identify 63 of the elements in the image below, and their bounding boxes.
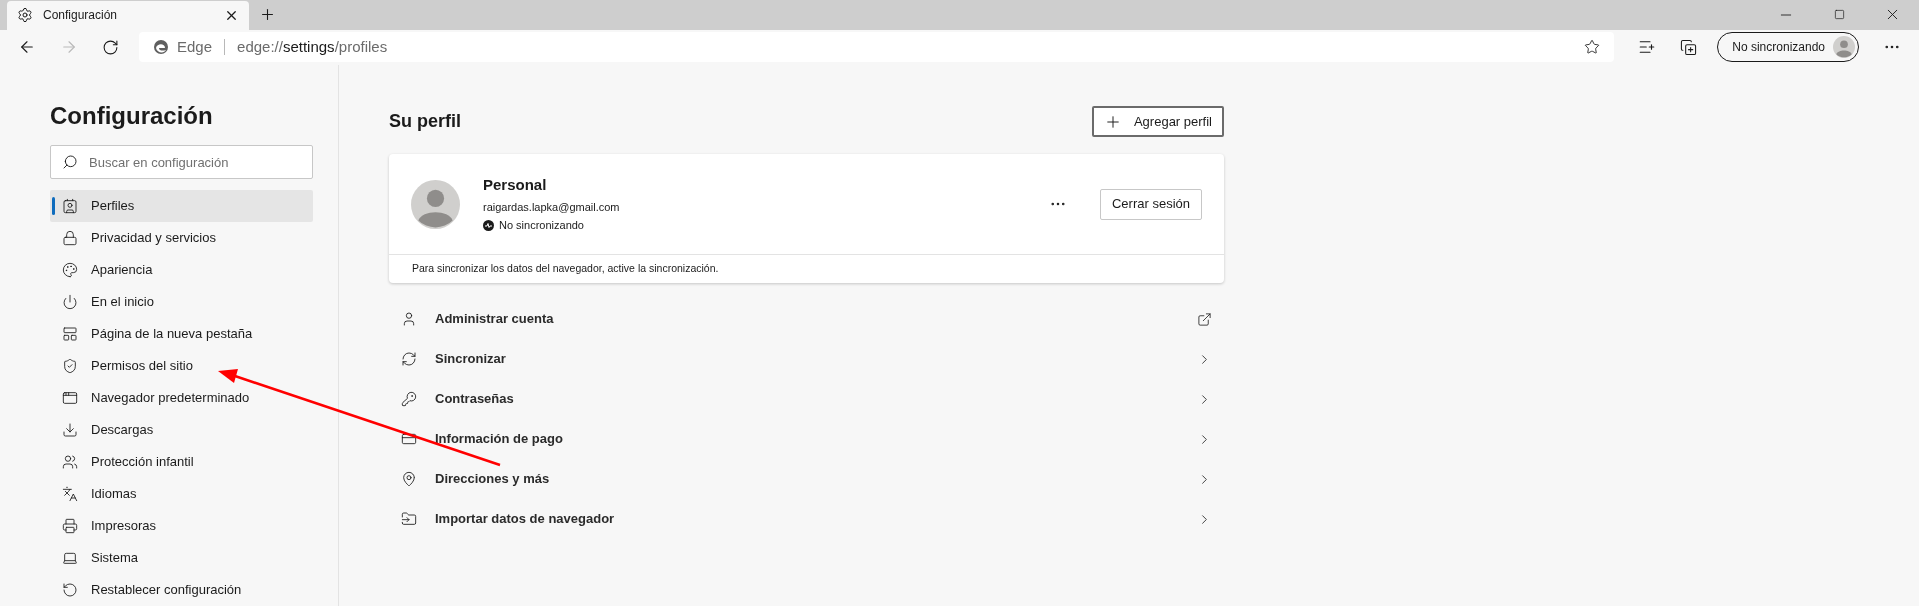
sidebar-item[interactable]: Sistema <box>50 542 313 574</box>
refresh-icon[interactable] <box>102 38 119 56</box>
lock-icon <box>62 230 78 246</box>
sidebar-title: Configuración <box>50 101 214 131</box>
sidebar-item[interactable]: Perfiles <box>50 190 313 222</box>
profile-avatar <box>411 179 460 229</box>
new-tab-page-icon <box>62 326 78 342</box>
sidebar-item[interactable]: Permisos del sitio <box>50 350 313 382</box>
card-icon <box>401 431 417 447</box>
sidebar-item[interactable]: Apariencia <box>50 254 313 286</box>
settings-row[interactable]: Información de pago <box>389 419 1224 459</box>
browser-window-icon <box>62 390 78 406</box>
sidebar-item[interactable]: Navegador predeterminado <box>50 382 313 414</box>
avatar-icon <box>1833 36 1855 59</box>
reset-icon <box>62 582 78 598</box>
settings-row[interactable]: Sincronizar <box>389 339 1224 379</box>
sidebar-item[interactable]: Impresoras <box>50 510 313 542</box>
power-icon <box>62 294 78 310</box>
sidebar-item[interactable]: En el inicio <box>50 286 313 318</box>
brand-label: Edge <box>177 37 213 58</box>
favorite-star-icon[interactable] <box>1584 39 1601 56</box>
browser-tab[interactable]: Configuración <box>7 0 249 30</box>
url-text: edge://settings/profiles <box>237 37 388 58</box>
site-permissions-icon <box>62 358 78 374</box>
external-link-icon <box>1197 311 1212 327</box>
settings-row[interactable]: Contraseñas <box>389 379 1224 419</box>
settings-row[interactable]: Administrar cuenta <box>389 299 1224 339</box>
edge-logo-icon <box>153 39 169 56</box>
sidebar-item[interactable]: Idiomas <box>50 478 313 510</box>
person-icon <box>401 311 417 327</box>
collections-icon[interactable] <box>1680 38 1698 56</box>
profile-email: raigardas.lapka@gmail.com <box>483 199 621 215</box>
folder-import-icon <box>401 511 417 527</box>
sync-off-icon <box>483 220 494 231</box>
sync-status: No sincronizando <box>499 218 584 234</box>
printer-icon <box>62 518 78 534</box>
sync-icon <box>401 351 417 367</box>
download-icon <box>62 422 78 438</box>
section-heading: Su perfil <box>389 110 461 133</box>
family-icon <box>62 454 78 470</box>
search-field[interactable]: Buscar en configuración <box>50 145 313 179</box>
restore-icon[interactable] <box>1834 9 1845 21</box>
settings-row[interactable]: Importar datos de navegador <box>389 499 1224 539</box>
palette-icon <box>62 262 78 278</box>
settings-icon <box>17 7 33 24</box>
address-bar[interactable]: Edge edge://settings/profiles <box>139 32 1615 63</box>
profile-name: Personal <box>483 175 548 196</box>
languages-icon <box>62 486 78 502</box>
settings-row[interactable]: Direcciones y más <box>389 459 1224 499</box>
sidebar-item[interactable]: Restablecer configuración <box>50 574 313 606</box>
tab-title: Configuración <box>43 7 119 25</box>
sidebar-item[interactable]: Protección infantil <box>50 446 313 478</box>
search-icon <box>62 154 78 170</box>
profile-card-icon <box>62 198 78 214</box>
key-icon <box>401 391 417 407</box>
add-profile-button[interactable]: Agregar perfil <box>1091 106 1224 137</box>
laptop-icon <box>62 550 78 566</box>
map-pin-icon <box>401 471 417 487</box>
sidebar-item[interactable]: Privacidad y servicios <box>50 222 313 254</box>
sidebar-item[interactable]: Página de la nueva pestaña <box>50 318 313 350</box>
sidebar-item[interactable]: Descargas <box>50 414 313 446</box>
sign-out-button[interactable]: Cerrar sesión <box>1099 188 1202 220</box>
sync-note: Para sincronizar los datos del navegador, active la sincronización. <box>412 261 719 277</box>
